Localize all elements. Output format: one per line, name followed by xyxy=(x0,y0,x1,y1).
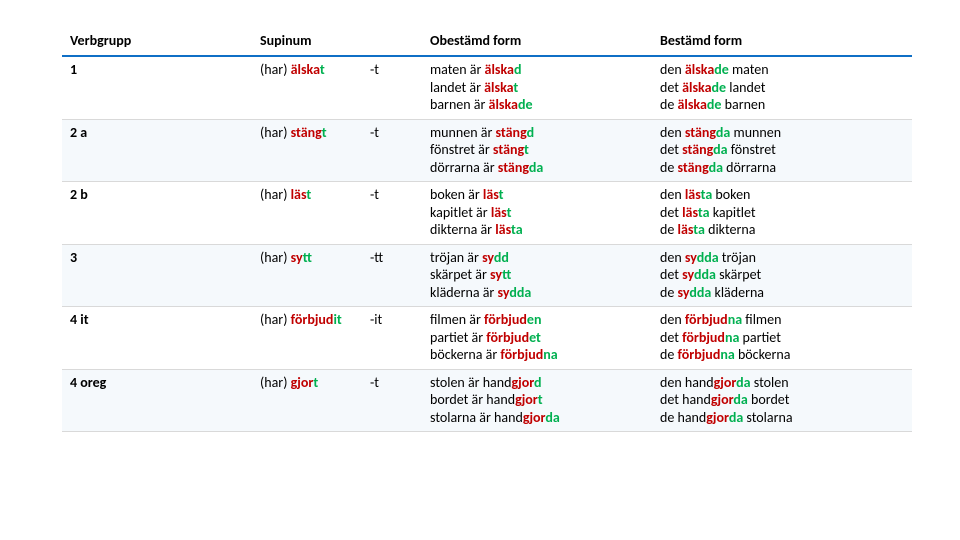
table-row: 1(har) älskat-tmaten är älskadlandet är … xyxy=(62,56,912,119)
cell-group: 4 it xyxy=(62,307,252,370)
cell-definite: den lästa bokendet lästa kapitletde läst… xyxy=(652,182,912,245)
header-indef: Obestämd form xyxy=(422,26,652,56)
cell-suffix: -t xyxy=(362,119,422,182)
cell-definite: den handgjorda stolendet handgjorda bord… xyxy=(652,369,912,432)
cell-suffix: -t xyxy=(362,56,422,119)
cell-group: 1 xyxy=(62,56,252,119)
table-row: 4 it(har) förbjudit-itfilmen är förbjude… xyxy=(62,307,912,370)
page-wrap: Verbgrupp Supinum Obestämd form Bestämd … xyxy=(0,0,960,442)
table-row: 2 a(har) stängt-tmunnen är stängdfönstre… xyxy=(62,119,912,182)
cell-supinum: (har) älskat xyxy=(252,56,362,119)
cell-group: 2 a xyxy=(62,119,252,182)
cell-definite: den stängda munnendet stängda fönstretde… xyxy=(652,119,912,182)
cell-indefinite: munnen är stängdfönstret är stängtdörrar… xyxy=(422,119,652,182)
cell-suffix: -it xyxy=(362,307,422,370)
cell-group: 4 oreg xyxy=(62,369,252,432)
cell-supinum: (har) stängt xyxy=(252,119,362,182)
header-def: Bestämd form xyxy=(652,26,912,56)
cell-suffix: -tt xyxy=(362,244,422,307)
cell-indefinite: boken är lästkapitlet är lästdikterna är… xyxy=(422,182,652,245)
cell-suffix: -t xyxy=(362,369,422,432)
cell-suffix: -t xyxy=(362,182,422,245)
cell-indefinite: tröjan är syddskärpet är syttkläderna är… xyxy=(422,244,652,307)
cell-definite: den älskade matendet älskade landetde äl… xyxy=(652,56,912,119)
cell-indefinite: filmen är förbjudenpartiet är förbjudetb… xyxy=(422,307,652,370)
cell-indefinite: maten är älskadlandet är älskatbarnen är… xyxy=(422,56,652,119)
table-row: 2 b(har) läst-tboken är lästkapitlet är … xyxy=(62,182,912,245)
cell-indefinite: stolen är handgjordbordet är handgjortst… xyxy=(422,369,652,432)
cell-definite: den sydda tröjandet sydda skärpetde sydd… xyxy=(652,244,912,307)
cell-supinum: (har) förbjudit xyxy=(252,307,362,370)
cell-definite: den förbjudna filmendet förbjudna partie… xyxy=(652,307,912,370)
cell-supinum: (har) läst xyxy=(252,182,362,245)
cell-group: 2 b xyxy=(62,182,252,245)
table-header-row: Verbgrupp Supinum Obestämd form Bestämd … xyxy=(62,26,912,56)
cell-supinum: (har) gjort xyxy=(252,369,362,432)
conjugation-table: Verbgrupp Supinum Obestämd form Bestämd … xyxy=(62,26,912,432)
cell-group: 3 xyxy=(62,244,252,307)
table-row: 3(har) sytt-tttröjan är syddskärpet är s… xyxy=(62,244,912,307)
table-body: 1(har) älskat-tmaten är älskadlandet är … xyxy=(62,56,912,432)
cell-supinum: (har) sytt xyxy=(252,244,362,307)
table-row: 4 oreg(har) gjort-tstolen är handgjordbo… xyxy=(62,369,912,432)
header-group: Verbgrupp xyxy=(62,26,252,56)
header-supinum: Supinum xyxy=(252,26,422,56)
